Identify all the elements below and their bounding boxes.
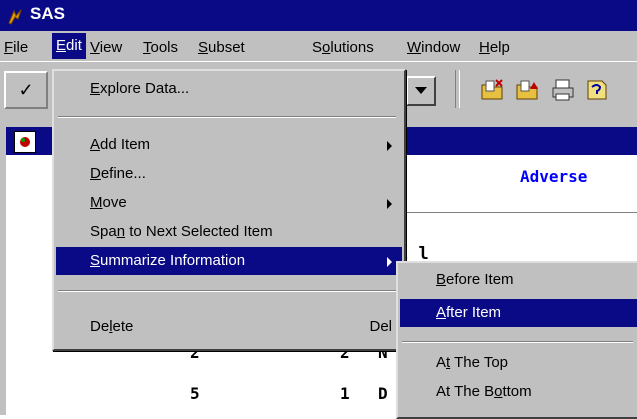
command-dropdown-button[interactable] bbox=[406, 76, 436, 106]
menu-item-move[interactable]: Move bbox=[56, 189, 402, 217]
submenu-item-after-item[interactable]: After Item bbox=[400, 299, 637, 327]
menu-item-explore-data[interactable]: Explore Data... bbox=[56, 75, 402, 103]
edit-menu: Explore Data... Add Item Define... Move … bbox=[52, 69, 406, 351]
table-cell: D bbox=[378, 384, 388, 403]
menu-help[interactable]: Help bbox=[475, 37, 514, 59]
menu-edit[interactable]: Edit bbox=[52, 33, 86, 59]
app-titlebar bbox=[0, 0, 637, 31]
menu-subset[interactable]: Subset bbox=[194, 37, 249, 59]
menu-item-summarize-information[interactable]: Summarize Information bbox=[56, 247, 402, 275]
document-icon[interactable] bbox=[14, 131, 36, 153]
summarize-submenu: Before Item After Item At The Top At The… bbox=[396, 261, 637, 419]
checkmark-icon: ✓ bbox=[18, 80, 34, 100]
submenu-arrow-icon bbox=[387, 141, 392, 151]
menu-tools[interactable]: Tools bbox=[139, 37, 182, 59]
menu-separator bbox=[58, 116, 396, 118]
submit-check-button[interactable]: ✓ bbox=[4, 71, 48, 109]
menu-file[interactable]: File bbox=[0, 37, 32, 59]
menu-item-span-to-next-selected[interactable]: Span to Next Selected Item bbox=[56, 218, 402, 246]
shortcut-label: Del bbox=[369, 318, 392, 335]
menu-separator bbox=[402, 341, 633, 343]
submenu-arrow-icon bbox=[387, 257, 392, 267]
report-divider bbox=[400, 212, 637, 213]
sas-logo-icon[interactable] bbox=[6, 8, 24, 26]
menu-view[interactable]: View bbox=[86, 37, 126, 59]
submenu-item-at-the-bottom[interactable]: At The Bottom bbox=[400, 378, 637, 406]
submenu-item-before-item[interactable]: Before Item bbox=[400, 266, 637, 294]
save-folder-icon[interactable] bbox=[515, 77, 541, 103]
toolbar-separator bbox=[455, 70, 460, 108]
help-book-icon[interactable] bbox=[584, 77, 610, 103]
app-title: SAS bbox=[30, 4, 65, 23]
open-folder-icon[interactable] bbox=[480, 77, 506, 103]
dropdown-arrow-icon bbox=[415, 87, 427, 94]
table-cell: 1 bbox=[340, 384, 350, 403]
menu-separator bbox=[58, 290, 396, 292]
menu-window[interactable]: Window bbox=[403, 37, 464, 59]
print-icon[interactable] bbox=[550, 77, 576, 103]
report-title: Adverse bbox=[520, 167, 588, 186]
menu-item-delete[interactable]: Delete Del bbox=[56, 313, 402, 341]
table-cell: 5 bbox=[190, 384, 200, 403]
menu-solutions[interactable]: Solutions bbox=[308, 37, 378, 59]
submenu-item-at-the-top[interactable]: At The Top bbox=[400, 349, 637, 377]
menu-item-add-item[interactable]: Add Item bbox=[56, 131, 402, 159]
submenu-arrow-icon bbox=[387, 199, 392, 209]
menu-item-define[interactable]: Define... bbox=[56, 160, 402, 188]
